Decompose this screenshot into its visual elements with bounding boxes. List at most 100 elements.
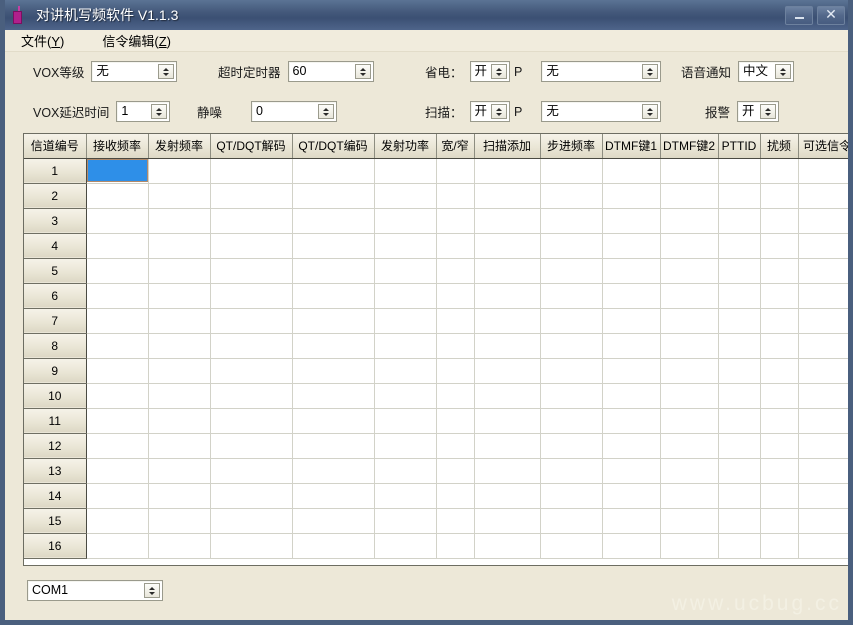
grid-cell[interactable] (374, 283, 436, 308)
grid-cell[interactable] (474, 308, 540, 333)
grid-cell[interactable] (86, 183, 148, 208)
grid-cell[interactable] (660, 433, 718, 458)
grid-cell[interactable] (660, 183, 718, 208)
grid-cell[interactable] (798, 233, 853, 258)
column-header-9[interactable]: 步进频率 (540, 134, 602, 158)
grid-cell[interactable] (86, 508, 148, 533)
row-header-1[interactable]: 1 (24, 158, 86, 183)
grid-cell[interactable] (436, 433, 474, 458)
grid-cell[interactable] (436, 158, 474, 183)
grid-cell[interactable] (660, 483, 718, 508)
column-header-3[interactable]: 发射频率 (148, 134, 210, 158)
grid-cell[interactable] (86, 483, 148, 508)
column-header-1[interactable]: 信道编号 (24, 134, 86, 158)
grid-cell[interactable] (760, 333, 798, 358)
grid-cell[interactable] (148, 458, 210, 483)
spinner-icon[interactable] (760, 104, 776, 119)
timeout-timer-combo[interactable]: 60 (288, 61, 374, 82)
spinner-icon[interactable] (491, 104, 507, 119)
grid-cell[interactable] (718, 258, 760, 283)
row-header-16[interactable]: 16 (24, 533, 86, 558)
grid-cell[interactable] (798, 383, 853, 408)
grid-cell[interactable] (660, 358, 718, 383)
grid-cell[interactable] (210, 283, 292, 308)
grid-cell[interactable] (540, 208, 602, 233)
grid-cell[interactable] (436, 508, 474, 533)
grid-cell[interactable] (602, 383, 660, 408)
grid-cell[interactable] (148, 508, 210, 533)
grid-cell[interactable] (374, 258, 436, 283)
grid-cell[interactable] (374, 333, 436, 358)
grid-cell[interactable] (474, 208, 540, 233)
grid-cell[interactable] (292, 508, 374, 533)
grid-cell[interactable] (374, 208, 436, 233)
grid-cell[interactable] (760, 183, 798, 208)
grid-cell[interactable] (474, 258, 540, 283)
grid-cell[interactable] (86, 283, 148, 308)
grid-cell[interactable] (798, 283, 853, 308)
grid-cell[interactable] (798, 433, 853, 458)
grid-cell[interactable] (798, 358, 853, 383)
grid-cell[interactable] (148, 433, 210, 458)
grid-cell[interactable] (474, 333, 540, 358)
spinner-icon[interactable] (144, 583, 160, 598)
grid-cell[interactable] (436, 458, 474, 483)
row-header-7[interactable]: 7 (24, 308, 86, 333)
grid-cell[interactable] (602, 408, 660, 433)
grid-cell[interactable] (660, 408, 718, 433)
grid-cell[interactable] (760, 233, 798, 258)
grid-cell[interactable] (540, 158, 602, 183)
grid-cell[interactable] (602, 258, 660, 283)
grid-cell[interactable] (210, 433, 292, 458)
grid-cell[interactable] (210, 183, 292, 208)
row-header-9[interactable]: 9 (24, 358, 86, 383)
scan-combo[interactable]: 开 (470, 101, 510, 122)
grid-cell[interactable] (210, 458, 292, 483)
grid-cell[interactable] (798, 408, 853, 433)
grid-cell[interactable] (602, 208, 660, 233)
grid-cell[interactable] (760, 158, 798, 183)
grid-cell[interactable] (540, 508, 602, 533)
grid-cell[interactable] (474, 158, 540, 183)
grid-cell[interactable] (602, 458, 660, 483)
grid-cell[interactable] (660, 458, 718, 483)
spinner-icon[interactable] (151, 104, 167, 119)
grid-cell[interactable] (292, 483, 374, 508)
row-header-15[interactable]: 15 (24, 508, 86, 533)
grid-cell[interactable] (760, 283, 798, 308)
grid-cell[interactable] (798, 208, 853, 233)
grid-cell[interactable] (602, 308, 660, 333)
column-header-14[interactable]: 可选信令 (798, 134, 853, 158)
row-header-12[interactable]: 12 (24, 433, 86, 458)
grid-cell[interactable] (718, 183, 760, 208)
grid-cell[interactable] (374, 483, 436, 508)
spinner-icon[interactable] (491, 64, 507, 79)
spinner-icon[interactable] (158, 64, 174, 79)
grid-cell[interactable] (210, 233, 292, 258)
grid-cell[interactable] (292, 258, 374, 283)
voice-prompt-combo[interactable]: 中文 (738, 61, 794, 82)
grid-cell[interactable] (148, 333, 210, 358)
grid-cell[interactable] (210, 308, 292, 333)
squelch-combo[interactable]: 0 (251, 101, 337, 122)
grid-cell[interactable] (436, 533, 474, 558)
grid-cell[interactable] (760, 508, 798, 533)
grid-cell[interactable] (660, 383, 718, 408)
grid-cell[interactable] (718, 208, 760, 233)
grid-cell[interactable] (798, 183, 853, 208)
grid-cell[interactable] (86, 333, 148, 358)
grid-cell[interactable] (374, 458, 436, 483)
grid-cell[interactable] (148, 158, 210, 183)
title-bar[interactable]: 对讲机写频软件 V1.1.3 ✕ (0, 0, 853, 30)
row-header-4[interactable]: 4 (24, 233, 86, 258)
grid-cell[interactable] (540, 183, 602, 208)
grid-cell[interactable] (798, 508, 853, 533)
column-header-5[interactable]: QT/DQT编码 (292, 134, 374, 158)
grid-cell[interactable] (718, 233, 760, 258)
row-header-10[interactable]: 10 (24, 383, 86, 408)
grid-cell[interactable] (374, 358, 436, 383)
grid-cell[interactable] (660, 258, 718, 283)
grid-cell[interactable] (718, 158, 760, 183)
grid-cell[interactable] (292, 458, 374, 483)
grid-cell[interactable] (210, 383, 292, 408)
